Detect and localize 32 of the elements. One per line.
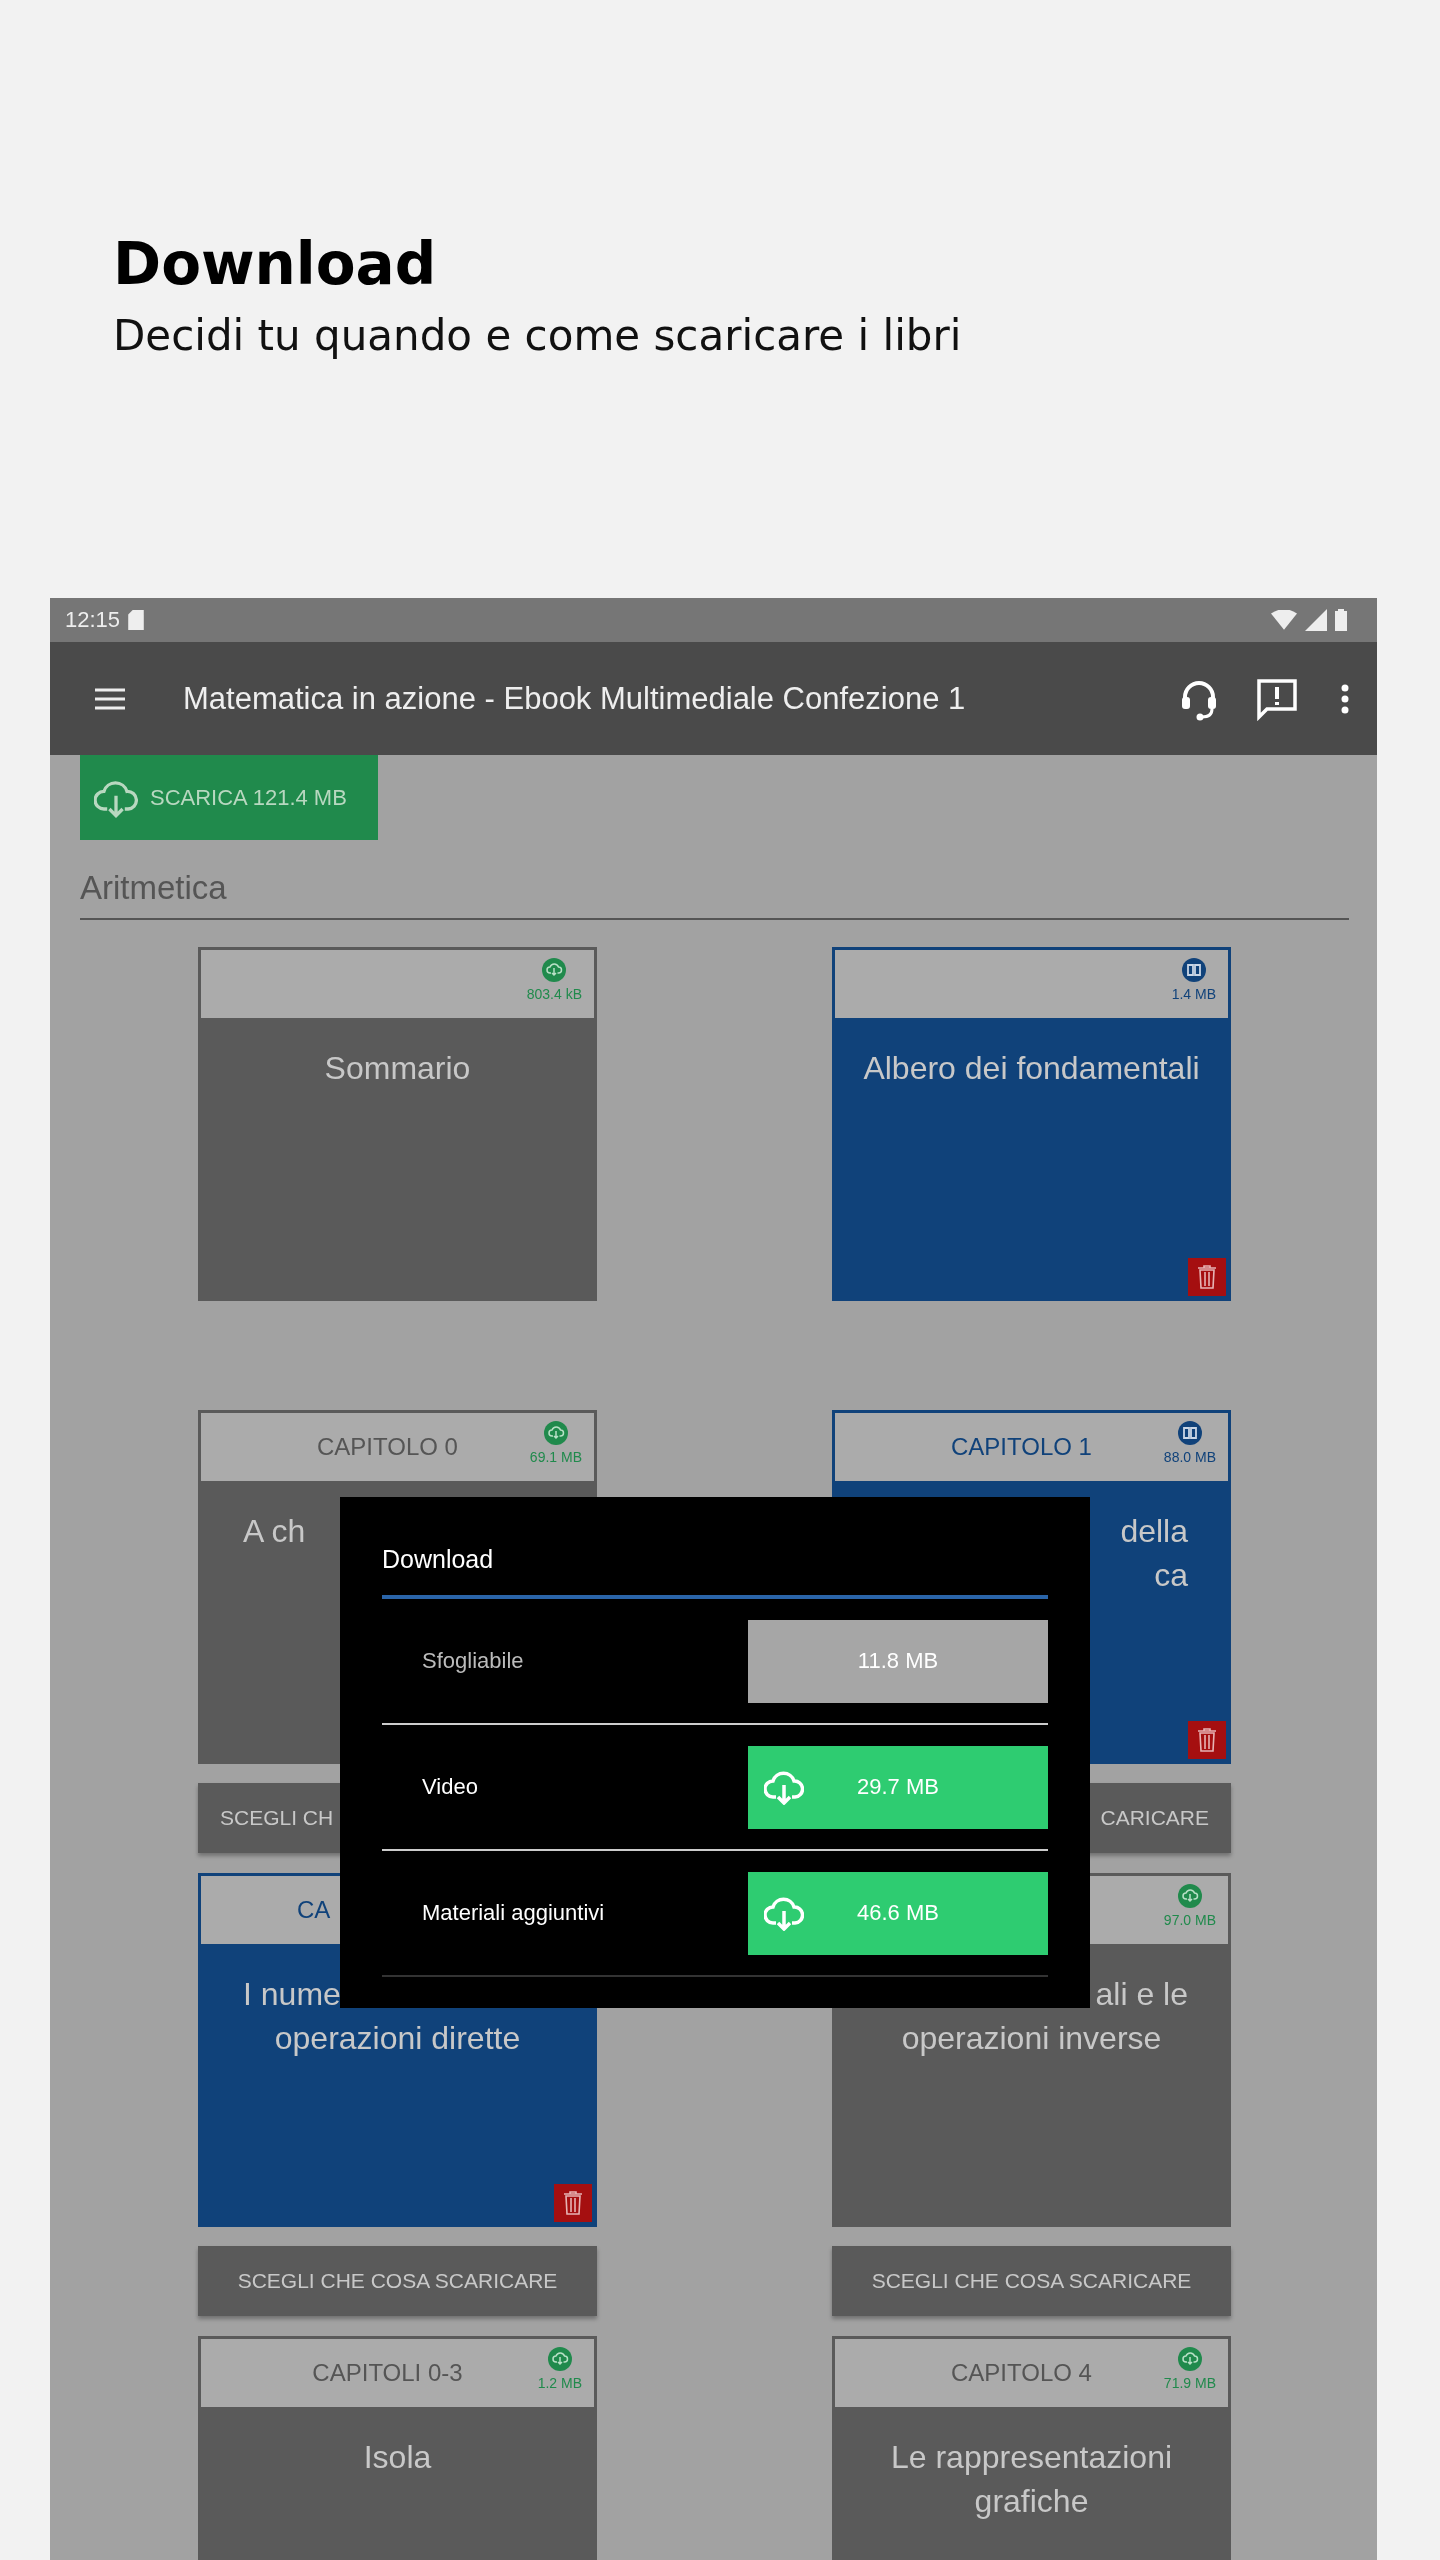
chapter-title: operazioni dirette	[274, 2019, 521, 2058]
file-size: 71.9 MB	[1163, 2375, 1216, 2391]
chapter-title: operazioni inverse	[901, 2019, 1162, 2058]
option-label: Sfogliabile	[421, 1648, 524, 1674]
chapter-title: Le rappresentazioni	[890, 2438, 1173, 2477]
chapter-title: ali e le	[1095, 1975, 1188, 2014]
status-time: 12:15	[65, 607, 121, 633]
chapter-title: Sommario	[324, 1049, 471, 1088]
file-size: 1.4 MB	[1171, 986, 1216, 1002]
chapter-title: Isola	[363, 2438, 432, 2477]
page-title: Download	[113, 229, 438, 300]
chapter-label: CAPITOLO 0	[317, 1433, 458, 1461]
chapter-label: CAPITOLO 4	[951, 2359, 1092, 2387]
file-size: 1.2 MB	[537, 2375, 582, 2391]
section-title: Aritmetica	[80, 868, 228, 908]
file-size: 803.4 kB	[526, 986, 582, 1002]
page-subtitle: Decidi tu quando e come scaricare i libri	[113, 310, 963, 362]
chapter-title: ca	[1154, 1556, 1188, 1595]
chapter-title: Albero dei fondamentali	[863, 1049, 1200, 1088]
chapter-label: CAPITOLO 1	[951, 1433, 1092, 1461]
chapter-title: I nume	[243, 1975, 341, 2014]
file-size: 97.0 MB	[1163, 1912, 1216, 1928]
chapter-title: della	[1120, 1512, 1188, 1551]
chapter-label: CAPITOLI 0-3	[312, 2359, 463, 2387]
app-title: Matematica in azione - Ebook Multimediale Confezione 1	[183, 680, 966, 717]
dialog-title: Download	[382, 1544, 495, 1575]
chapter-label: CA	[297, 1896, 331, 1924]
file-size: 69.1 MB	[529, 1449, 582, 1465]
file-size: 88.0 MB	[1163, 1449, 1216, 1465]
option-label: Video	[421, 1774, 478, 1800]
chapter-title: grafiche	[974, 2482, 1089, 2521]
chapter-title: A ch	[243, 1512, 306, 1551]
